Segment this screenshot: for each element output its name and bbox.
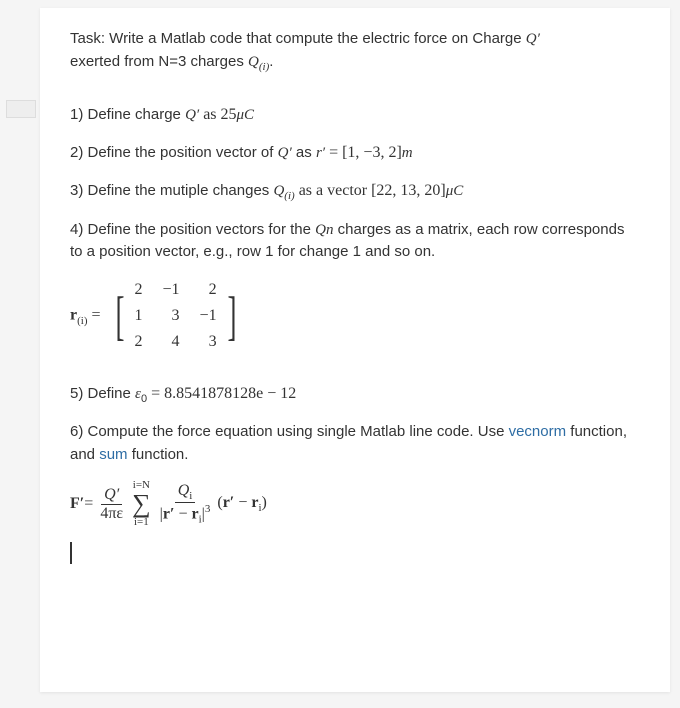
matrix-cell: −1	[200, 304, 217, 328]
step-1: 1) Define charge Q′ as 25μC	[70, 103, 640, 127]
step5-text-a: 5) Define	[70, 385, 135, 402]
step-6: 6) Compute the force equation using sing…	[70, 421, 640, 466]
step3-Q: Q	[273, 183, 284, 199]
step3-unit: μC	[446, 183, 464, 199]
sigma-icon: ∑	[132, 491, 151, 517]
vecnorm-link[interactable]: vecnorm	[509, 423, 567, 440]
step3-text-b: as a vector [22, 13, 20]	[295, 182, 446, 199]
frac1-den-part: 4πε	[100, 505, 123, 522]
matrix-cell: 2	[200, 278, 217, 302]
frac1-num: Q′	[101, 486, 122, 505]
tail-r1: r′	[223, 494, 235, 511]
task-symbol-Qi: Q	[248, 54, 259, 70]
tail-close: )	[262, 494, 267, 511]
task-period: .	[269, 53, 273, 70]
matrix-grid: 2 −1 2 1 3 −1 2 4 3	[129, 278, 223, 354]
step2-Q: Q′	[278, 145, 292, 161]
left-bracket-icon: [	[115, 289, 124, 343]
text-cursor-icon	[70, 542, 72, 564]
frac2-den-pow: 3	[205, 503, 211, 515]
task-text-1: Task: Write a Matlab code that compute t…	[70, 30, 526, 47]
step-2: 2) Define the position vector of Q′ as r…	[70, 141, 640, 165]
formula-F: F′	[70, 492, 84, 516]
right-bracket-icon: ]	[227, 289, 236, 343]
step2-r: r′	[316, 145, 325, 161]
formula-eq: =	[84, 492, 93, 516]
frac2-den-mid: −	[174, 506, 191, 523]
matrix-cell: 3	[200, 330, 217, 354]
matrix-cell: 3	[163, 304, 180, 328]
formula-tail: (r′ − ri)	[217, 491, 266, 517]
step1-unit: μC	[237, 107, 255, 123]
formula-frac2: Qi |r′ − ri|3	[157, 482, 214, 526]
step2-unit: m	[402, 145, 413, 161]
step6-text-c: function.	[128, 446, 189, 463]
step6-text-a: 6) Compute the force equation using sing…	[70, 423, 509, 440]
tail-mid: −	[234, 494, 251, 511]
step4-Qn: Qn	[315, 222, 333, 238]
frac2-num: Qi	[175, 482, 196, 503]
frac2-den: |r′ − ri|3	[157, 503, 214, 526]
task-symbol-Qi-sub: (i)	[259, 61, 269, 73]
frac1-den: 4πε	[97, 505, 126, 523]
matrix-wrap: [ 2 −1 2 1 3 −1 2 4 3 ]	[111, 278, 241, 354]
matrix-cell: 1	[135, 304, 143, 328]
step1-text-a: 1) Define charge	[70, 106, 185, 123]
document-page: Task: Write a Matlab code that compute t…	[40, 8, 670, 692]
matrix-cell: −1	[163, 278, 180, 302]
matrix-eq: =	[88, 306, 105, 323]
step2-text-a: 2) Define the position vector of	[70, 144, 278, 161]
formula-frac1: Q′ 4πε	[97, 486, 126, 522]
task-text-2: exerted from N=3 charges	[70, 53, 248, 70]
step2-text-c: = [1, −3, 2]	[325, 144, 402, 161]
step3-Q-sub: (i)	[284, 190, 294, 202]
margin-tab	[6, 100, 36, 118]
frac2-den-r2: r	[192, 506, 199, 523]
step1-Q: Q′	[185, 107, 199, 123]
matrix-label-sub: (i)	[77, 314, 87, 326]
step-5: 5) Define ε0 = 8.8541878128e − 12	[70, 382, 640, 408]
frac2-den-r1: r′	[163, 506, 175, 523]
step5-text-b: = 8.8541878128e − 12	[147, 385, 296, 402]
matrix-cell: 2	[135, 330, 143, 354]
matrix-cell: 2	[135, 278, 143, 302]
step-4: 4) Define the position vectors for the Q…	[70, 219, 640, 264]
sigma-bot: i=1	[134, 517, 149, 528]
frac2-num-sub: i	[189, 490, 192, 502]
sigma-block: i=N ∑ i=1	[132, 480, 151, 528]
matrix-definition: r(i) = [ 2 −1 2 1 3 −1 2 4 3 ]	[70, 278, 640, 354]
force-formula: F′ = Q′ 4πε i=N ∑ i=1 Qi |r′ − ri|3 (r′ …	[70, 480, 640, 528]
step2-text-b: as	[292, 144, 316, 161]
sum-link[interactable]: sum	[99, 446, 127, 463]
step1-text-b: as 25	[199, 106, 236, 123]
step3-text-a: 3) Define the mutiple changes	[70, 182, 273, 199]
task-symbol-Q: Q′	[526, 31, 540, 47]
step-3: 3) Define the mutiple changes Q(i) as a …	[70, 179, 640, 205]
task-description: Task: Write a Matlab code that compute t…	[70, 28, 640, 75]
matrix-cell: 4	[163, 330, 180, 354]
step4-text-a: 4) Define the position vectors for the	[70, 221, 315, 238]
frac2-num-Q: Q	[178, 482, 190, 499]
